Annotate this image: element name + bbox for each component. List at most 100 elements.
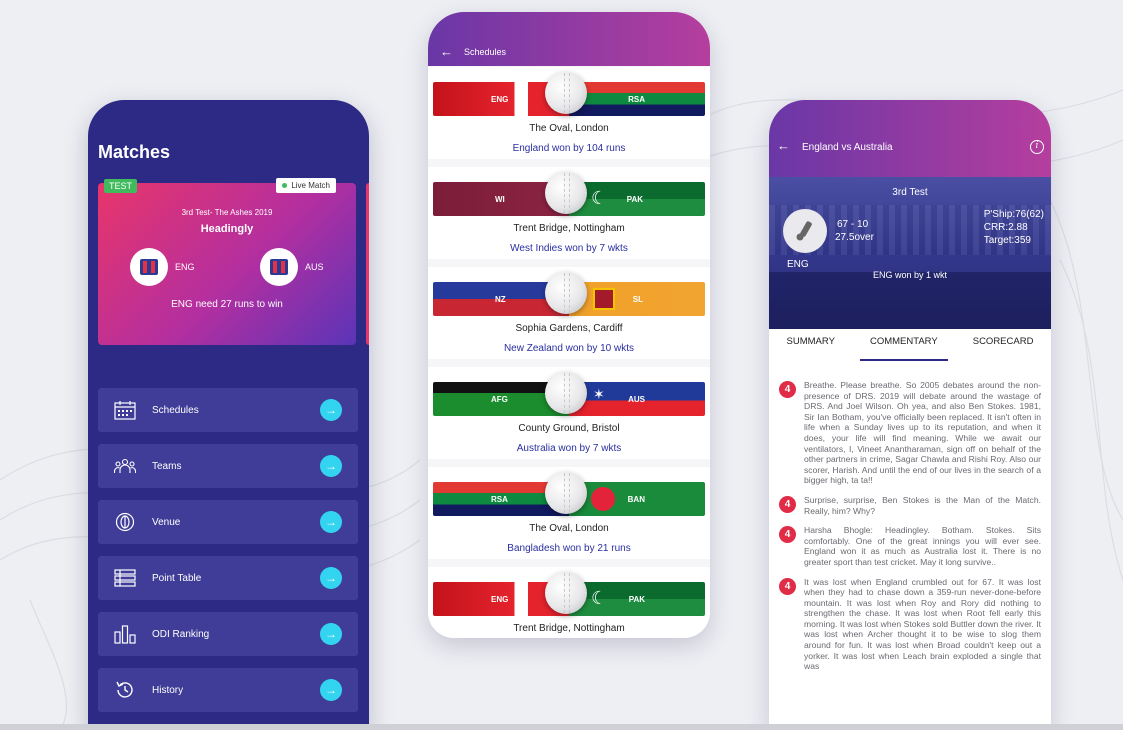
tab-scorecard[interactable]: SCORECARD xyxy=(973,329,1034,357)
match-status: ENG need 27 runs to win xyxy=(171,299,283,310)
match-number: 3rd Test xyxy=(892,187,928,198)
arrow-right-icon[interactable]: → xyxy=(320,567,342,589)
menu-label-point-table: Point Table xyxy=(152,572,202,584)
batting-team: ENG xyxy=(787,259,809,270)
info-icon[interactable]: i xyxy=(1030,140,1044,154)
team2-code: BAN xyxy=(627,495,645,504)
pak-flag: ☾ PAK xyxy=(569,582,705,616)
cricket-ball-icon xyxy=(545,272,587,314)
team1-code: ENG xyxy=(491,595,509,604)
match-title: England vs Australia xyxy=(802,142,893,153)
team1-code: NZ xyxy=(495,295,506,304)
aus-flag: ✶ AUS xyxy=(569,382,705,416)
ranking-icon xyxy=(113,623,137,645)
commentary-text: It was lost when England crumbled out fo… xyxy=(804,576,1041,672)
schedule-result: West Indies won by 7 wkts xyxy=(510,243,628,254)
back-arrow-icon[interactable]: ← xyxy=(777,138,790,153)
ball-result-badge: 4 xyxy=(779,495,796,513)
commentary-text: Harsha Bhogle: Headingley. Botham. Stoke… xyxy=(804,525,1041,567)
arrow-right-icon[interactable]: → xyxy=(320,623,342,645)
cricket-ball-icon xyxy=(545,72,587,114)
bottom-divider xyxy=(0,724,1123,730)
point-table-icon xyxy=(113,567,137,589)
menu-item-history[interactable]: History → xyxy=(98,668,358,712)
page-title: Matches xyxy=(98,142,171,162)
tab-commentary[interactable]: COMMENTARY xyxy=(859,329,948,361)
schedule-card[interactable]: WI ☾ PAK Trent Bridge, Nottingham West I… xyxy=(428,167,710,259)
venue-icon xyxy=(113,511,137,533)
red-disc-icon xyxy=(591,487,615,511)
back-arrow-icon[interactable]: ← xyxy=(440,44,453,59)
arrow-right-icon[interactable]: → xyxy=(320,511,342,533)
series-name: 3rd Test- The Ashes 2019 xyxy=(181,208,273,217)
match-stats: P'Ship:76(62) CRR:2.88 Target:359 xyxy=(984,208,1044,247)
current-run-rate: CRR:2.88 xyxy=(983,222,1028,233)
partnership: P'Ship:76(62) xyxy=(983,209,1044,220)
menu-item-point-table[interactable]: Point Table → xyxy=(98,556,358,600)
schedule-card[interactable]: AFG ✶ AUS County Ground, Bristol Austral… xyxy=(428,367,710,459)
scoreboard-panel: 3rd Test 67 - 10 27.5over ENG P'Ship:76(… xyxy=(769,177,1051,329)
team2-code: PAK xyxy=(626,195,643,204)
crescent-icon: ☾ xyxy=(591,588,608,608)
team2-code: AUS xyxy=(628,395,645,404)
match-detail-screen: ← England vs Australia i 3rd Test 67 - 1… xyxy=(769,100,1051,730)
sl-flag: SL xyxy=(569,282,705,316)
next-match-card-peek[interactable] xyxy=(366,183,369,345)
match-type-badge: TEST xyxy=(104,179,138,193)
arrow-right-icon[interactable]: → xyxy=(320,399,342,421)
cricket-ball-icon xyxy=(545,372,587,414)
team1-code: WI xyxy=(495,195,505,204)
cricket-ball-icon xyxy=(545,572,587,614)
commentary-list: 4 Breathe. Please breathe. So 2005 debat… xyxy=(779,380,1041,681)
lion-icon xyxy=(593,288,615,310)
crescent-icon: ☾ xyxy=(591,188,608,208)
list-item: 4 Surprise, surprise, Ben Stokes is the … xyxy=(779,495,1041,516)
list-item: 4 Breathe. Please breathe. So 2005 debat… xyxy=(779,380,1041,486)
teams-icon xyxy=(113,455,137,477)
schedules-title: Schedules xyxy=(464,47,507,57)
team2-code: RSA xyxy=(628,95,645,104)
tab-summary[interactable]: SUMMARY xyxy=(787,329,835,357)
schedules-header: ← Schedules xyxy=(428,12,710,66)
menu-item-odi-ranking[interactable]: ODI Ranking → xyxy=(98,612,358,656)
live-match-card[interactable]: TEST Live Match 3rd Test- The Ashes 2019… xyxy=(98,178,356,345)
live-dot-icon xyxy=(282,183,288,188)
matches-screen: Matches TEST Live Match 3rd Test- The As… xyxy=(88,100,369,730)
rsa-flag: RSA xyxy=(569,82,705,116)
schedule-card[interactable]: RSA BAN The Oval, London Bangladesh won … xyxy=(428,467,710,559)
pak-flag: ☾ PAK xyxy=(569,182,705,216)
schedule-venue: Sophia Gardens, Cardiff xyxy=(515,323,623,334)
team1-code: ENG xyxy=(175,262,195,272)
menu-item-teams[interactable]: Teams → xyxy=(98,444,358,488)
arrow-right-icon[interactable]: → xyxy=(320,679,342,701)
history-icon xyxy=(113,679,137,701)
ball-result-badge: 4 xyxy=(779,381,796,398)
team2-logo-icon xyxy=(260,248,298,286)
list-item: 4 Harsha Bhogle: Headingley. Botham. Sto… xyxy=(779,525,1041,567)
team1-code: AFG xyxy=(491,395,508,404)
team1-code: ENG xyxy=(491,95,509,104)
match-tabs: SUMMARY COMMENTARY SCORECARD xyxy=(769,329,1051,361)
schedule-venue: The Oval, London xyxy=(529,123,609,134)
ball-result-badge: 4 xyxy=(779,526,796,544)
schedules-screen: ← Schedules ENG RSA The Oval, London Eng… xyxy=(428,12,710,638)
arrow-right-icon[interactable]: → xyxy=(320,455,342,477)
team2-code: AUS xyxy=(305,262,324,272)
menu-label-teams: Teams xyxy=(152,460,182,472)
team1-code: RSA xyxy=(491,495,508,504)
schedule-card[interactable]: ENG ☾ PAK Trent Bridge, Nottingham xyxy=(428,567,710,638)
target: Target:359 xyxy=(983,235,1031,246)
team2-code: SL xyxy=(632,295,643,304)
overs: 27.5over xyxy=(835,232,874,243)
menu-item-schedules[interactable]: Schedules → xyxy=(98,388,358,432)
schedule-card[interactable]: ENG RSA The Oval, London England won by … xyxy=(428,67,710,159)
list-item: 4 It was lost when England crumbled out … xyxy=(779,577,1041,672)
schedule-venue: Trent Bridge, Nottingham xyxy=(513,223,625,234)
schedule-venue: County Ground, Bristol xyxy=(518,423,620,434)
menu-item-venue[interactable]: Venue → xyxy=(98,500,358,544)
commentary-text: Breathe. Please breathe. So 2005 debates… xyxy=(804,380,1041,486)
schedule-card[interactable]: NZ SL Sophia Gardens, Cardiff New Zealan… xyxy=(428,267,710,359)
menu-label-odi-ranking: ODI Ranking xyxy=(152,628,210,640)
menu-label-schedules: Schedules xyxy=(152,404,199,416)
score: 67 - 10 xyxy=(837,219,869,230)
